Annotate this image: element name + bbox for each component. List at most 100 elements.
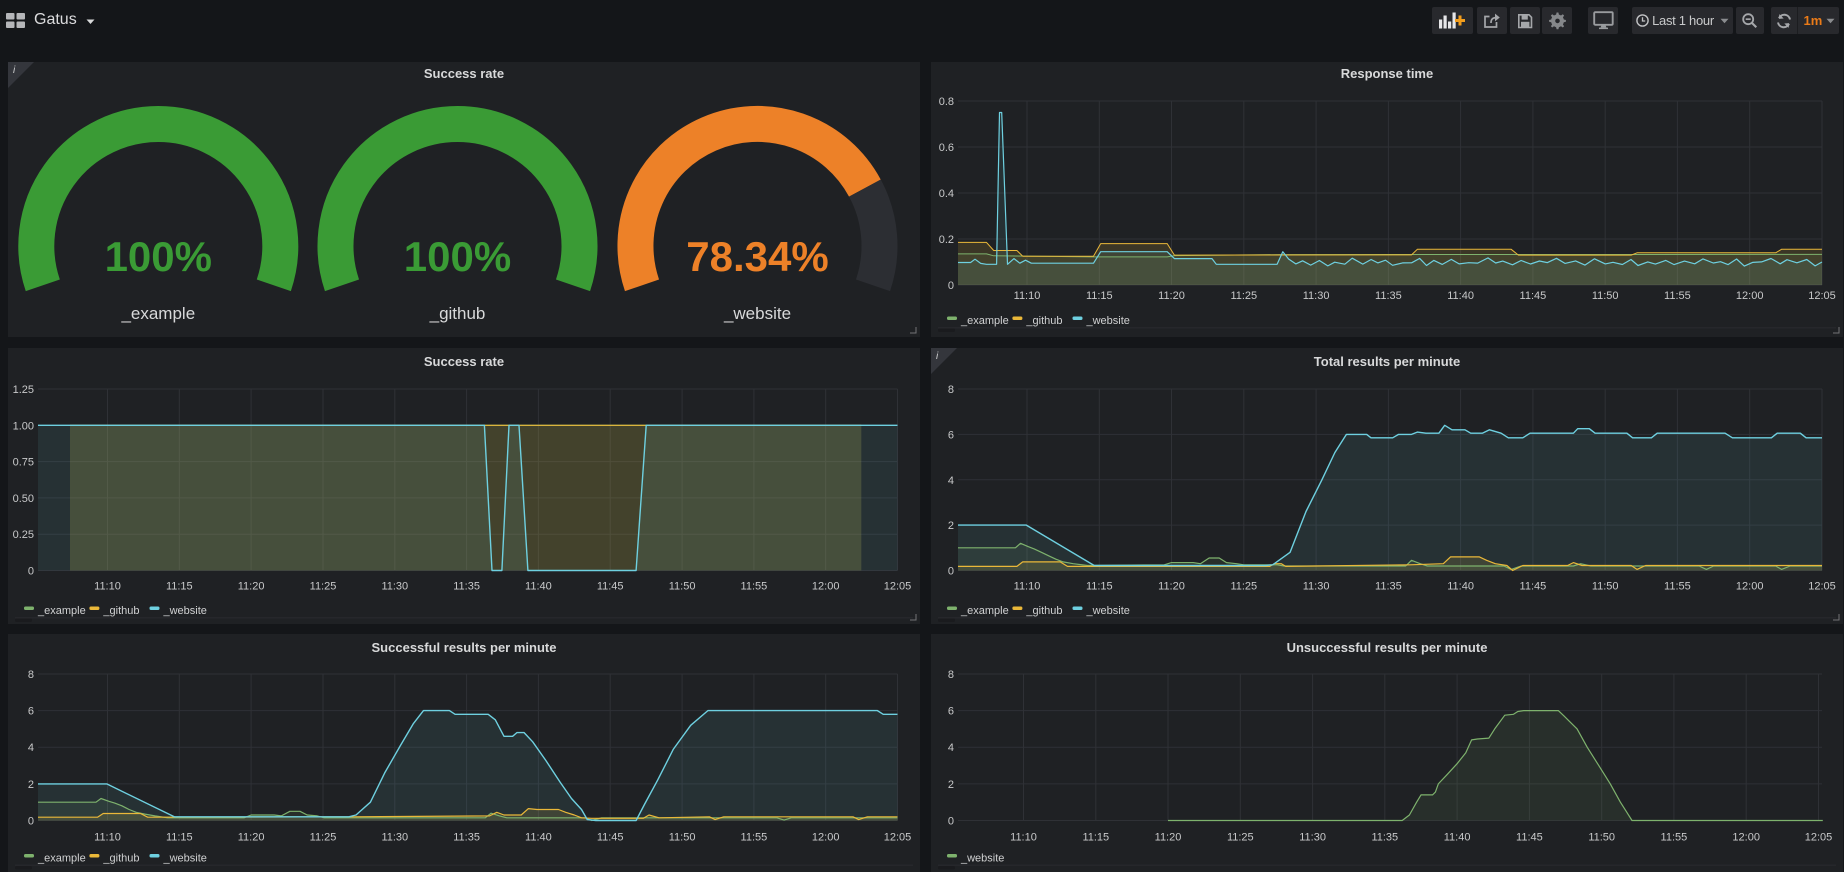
svg-text:11:55: 11:55 — [1661, 831, 1688, 843]
svg-text:0: 0 — [28, 565, 34, 577]
svg-text:11:40: 11:40 — [525, 580, 552, 592]
svg-text:8: 8 — [948, 384, 954, 396]
svg-text:11:25: 11:25 — [310, 831, 337, 843]
svg-text:0.50: 0.50 — [13, 492, 34, 504]
svg-text:0: 0 — [948, 280, 954, 292]
svg-text:_github: _github — [429, 304, 486, 323]
svg-text:12:05: 12:05 — [1805, 831, 1833, 843]
svg-text:11:30: 11:30 — [1299, 831, 1326, 843]
svg-text:11:10: 11:10 — [1010, 831, 1037, 843]
svg-text:2: 2 — [948, 778, 954, 790]
svg-text:_website: _website — [960, 852, 1004, 864]
svg-text:0.75: 0.75 — [13, 456, 34, 468]
svg-text:0: 0 — [28, 815, 34, 827]
svg-text:6: 6 — [948, 705, 954, 717]
svg-text:Success rate: Success rate — [424, 354, 504, 369]
svg-text:2: 2 — [948, 520, 954, 532]
svg-text:11:25: 11:25 — [1230, 290, 1257, 302]
svg-text:_website: _website — [1086, 315, 1130, 327]
svg-text:11:30: 11:30 — [1303, 580, 1330, 592]
svg-text:_website: _website — [723, 304, 791, 323]
svg-text:0.25: 0.25 — [13, 529, 34, 541]
svg-text:Successful results per minute: Successful results per minute — [372, 640, 557, 655]
svg-text:11:50: 11:50 — [1588, 831, 1615, 843]
svg-text:11:40: 11:40 — [1447, 580, 1474, 592]
svg-text:8: 8 — [948, 669, 954, 681]
svg-text:11:40: 11:40 — [525, 831, 552, 843]
svg-text:0.2: 0.2 — [939, 234, 954, 246]
svg-text:11:45: 11:45 — [597, 580, 624, 592]
svg-text:11:35: 11:35 — [1375, 290, 1402, 302]
svg-text:11:55: 11:55 — [741, 831, 768, 843]
svg-text:_website: _website — [163, 852, 207, 864]
svg-text:_github: _github — [1025, 605, 1062, 617]
svg-text:11:20: 11:20 — [1158, 290, 1185, 302]
svg-text:_website: _website — [163, 605, 207, 617]
svg-text:11:20: 11:20 — [1158, 580, 1185, 592]
svg-text:11:30: 11:30 — [381, 580, 408, 592]
svg-text:11:25: 11:25 — [310, 580, 337, 592]
svg-text:11:10: 11:10 — [1014, 290, 1041, 302]
svg-text:11:15: 11:15 — [1086, 290, 1113, 302]
svg-text:12:05: 12:05 — [884, 580, 912, 592]
svg-text:100%: 100% — [404, 233, 511, 280]
svg-text:0: 0 — [948, 815, 954, 827]
svg-text:Total results per minute: Total results per minute — [1314, 354, 1460, 369]
svg-text:_github: _github — [102, 605, 139, 617]
svg-text:6: 6 — [28, 705, 34, 717]
svg-text:11:25: 11:25 — [1227, 831, 1254, 843]
svg-text:_example: _example — [120, 304, 195, 323]
svg-text:78.34%: 78.34% — [686, 233, 828, 280]
svg-text:_example: _example — [960, 315, 1009, 327]
svg-text:4: 4 — [28, 742, 34, 754]
svg-text:11:30: 11:30 — [1303, 290, 1330, 302]
svg-text:11:45: 11:45 — [597, 831, 624, 843]
svg-text:12:00: 12:00 — [812, 580, 840, 592]
svg-text:11:50: 11:50 — [1592, 580, 1619, 592]
svg-text:11:10: 11:10 — [94, 831, 121, 843]
svg-text:11:35: 11:35 — [453, 580, 480, 592]
svg-text:_example: _example — [37, 605, 86, 617]
svg-text:12:00: 12:00 — [812, 831, 840, 843]
svg-text:1.25: 1.25 — [13, 384, 34, 396]
svg-text:11:40: 11:40 — [1444, 831, 1471, 843]
svg-text:11:45: 11:45 — [1516, 831, 1543, 843]
svg-text:_website: _website — [1086, 605, 1130, 617]
svg-text:11:55: 11:55 — [741, 580, 768, 592]
svg-text:Response time: Response time — [1341, 66, 1433, 81]
svg-text:11:25: 11:25 — [1230, 580, 1257, 592]
svg-text:_github: _github — [1025, 315, 1062, 327]
svg-text:11:40: 11:40 — [1447, 290, 1474, 302]
svg-text:2: 2 — [28, 778, 34, 790]
svg-text:11:20: 11:20 — [1155, 831, 1182, 843]
svg-text:0.4: 0.4 — [939, 188, 954, 200]
svg-text:11:15: 11:15 — [166, 580, 193, 592]
svg-text:1.00: 1.00 — [13, 420, 34, 432]
svg-text:11:15: 11:15 — [166, 831, 193, 843]
svg-text:11:30: 11:30 — [381, 831, 408, 843]
svg-text:11:55: 11:55 — [1664, 580, 1691, 592]
svg-text:11:15: 11:15 — [1086, 580, 1113, 592]
svg-text:11:45: 11:45 — [1520, 580, 1547, 592]
svg-text:12:00: 12:00 — [1736, 290, 1764, 302]
svg-text:11:20: 11:20 — [238, 831, 265, 843]
svg-text:11:10: 11:10 — [1014, 580, 1041, 592]
svg-text:_example: _example — [960, 605, 1009, 617]
svg-text:6: 6 — [948, 429, 954, 441]
svg-text:0.6: 0.6 — [939, 142, 954, 154]
svg-text:11:50: 11:50 — [669, 580, 696, 592]
svg-text:11:15: 11:15 — [1082, 831, 1109, 843]
svg-text:12:00: 12:00 — [1736, 580, 1764, 592]
svg-text:Success rate: Success rate — [424, 66, 504, 81]
svg-text:11:35: 11:35 — [1375, 580, 1402, 592]
svg-text:100%: 100% — [105, 233, 212, 280]
svg-text:0.8: 0.8 — [939, 96, 954, 108]
svg-text:11:55: 11:55 — [1664, 290, 1691, 302]
svg-text:11:50: 11:50 — [1592, 290, 1619, 302]
svg-text:11:35: 11:35 — [453, 831, 480, 843]
svg-text:_github: _github — [102, 852, 139, 864]
svg-text:8: 8 — [28, 669, 34, 681]
svg-text:12:05: 12:05 — [884, 831, 912, 843]
svg-text:11:45: 11:45 — [1520, 290, 1547, 302]
svg-text:11:10: 11:10 — [94, 580, 121, 592]
